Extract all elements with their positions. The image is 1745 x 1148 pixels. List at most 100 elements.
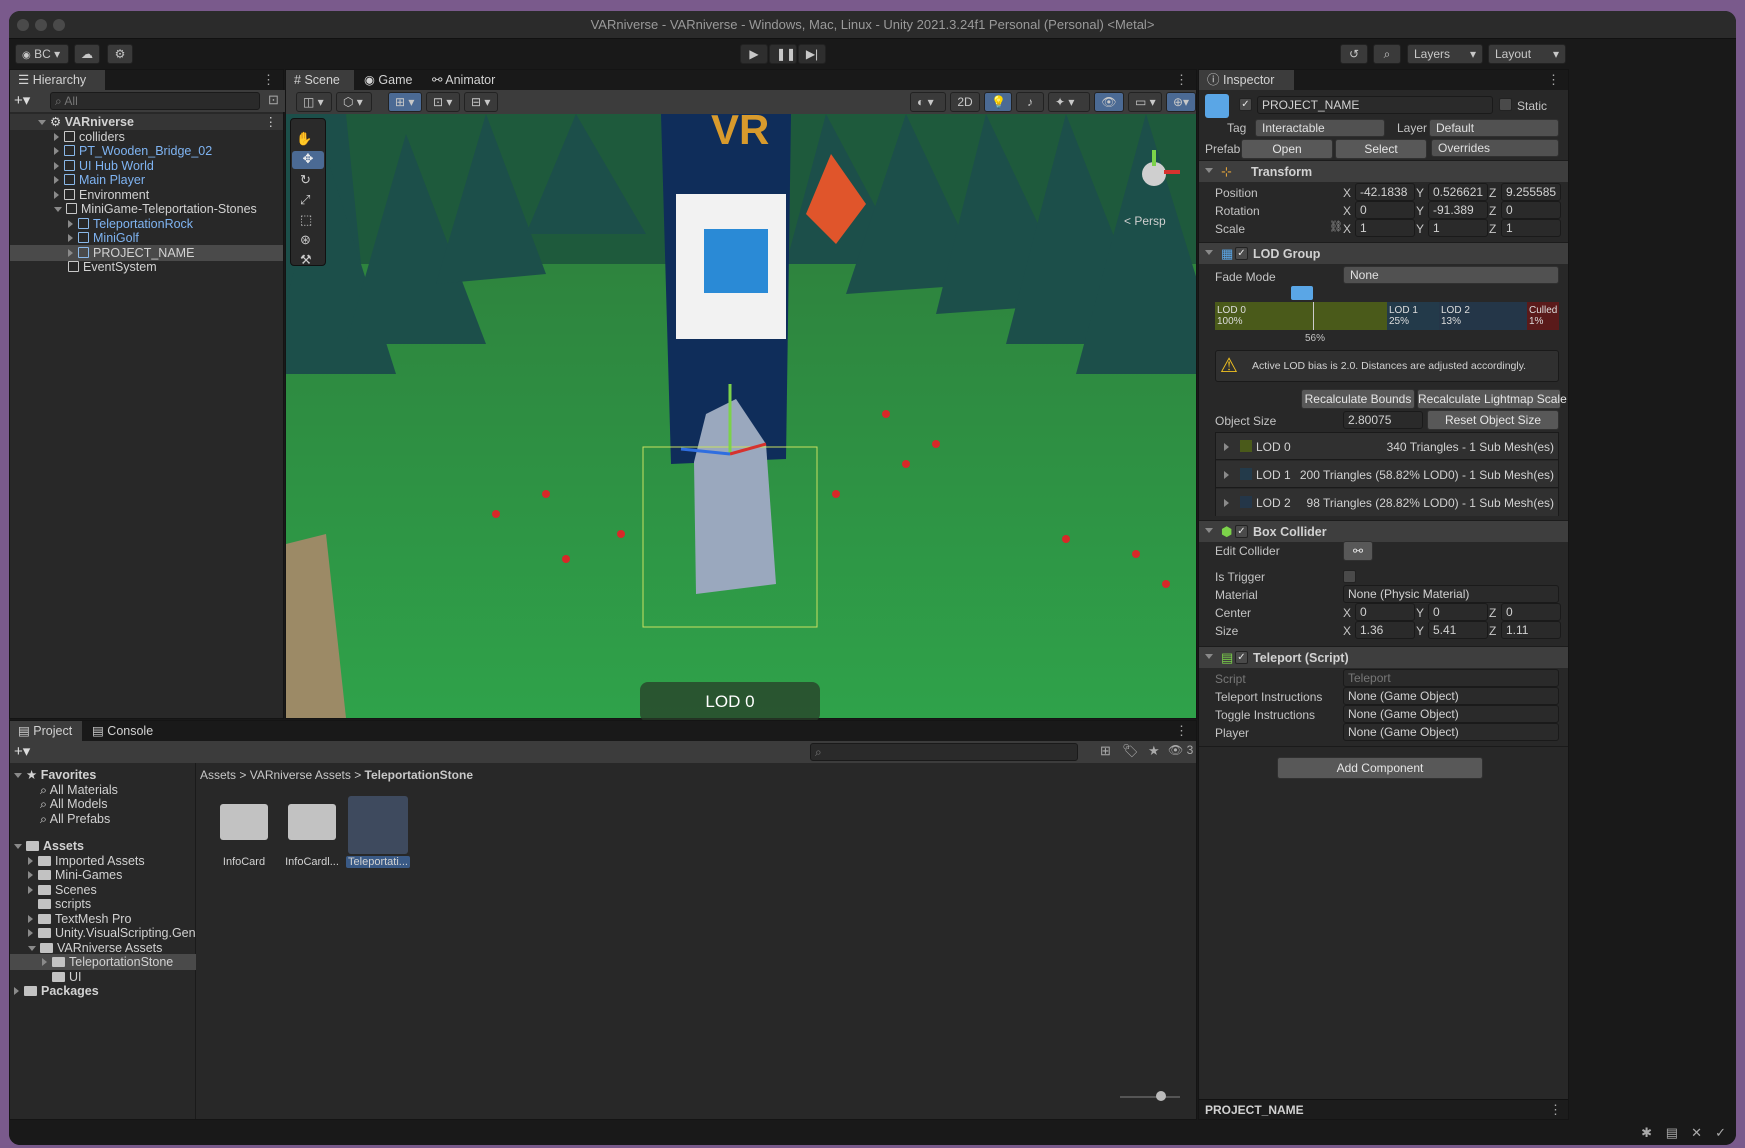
account-dropdown[interactable]: ◉ BC ▾ xyxy=(15,44,69,64)
lod-camera-marker-icon[interactable] xyxy=(1291,286,1313,300)
physic-material-field[interactable]: None (Physic Material) xyxy=(1343,585,1559,603)
scene-orientation-gizmo[interactable] xyxy=(1124,150,1184,210)
tag-dropdown[interactable]: Interactable xyxy=(1255,119,1385,137)
add-object-button[interactable]: +▾ xyxy=(14,91,30,109)
panel-menu-icon[interactable]: ⋮ xyxy=(1175,723,1188,739)
debug-icon[interactable]: ✱ xyxy=(1641,1125,1652,1141)
rect-tool-icon[interactable]: ⬚ xyxy=(300,212,312,228)
hidden-count-badge[interactable]: 👁 3 xyxy=(1168,743,1193,757)
size-x-axis-label[interactable]: X xyxy=(1343,624,1351,638)
hidden-objects-icon[interactable]: 👁 xyxy=(1094,92,1124,112)
position-z-field[interactable]: 9.255585 xyxy=(1501,183,1561,201)
center-x-axis-label[interactable]: X xyxy=(1343,606,1351,620)
asset-folder-selected[interactable]: TeleportationStone xyxy=(10,954,196,970)
projection-label[interactable]: < Persp xyxy=(1124,214,1166,228)
panel-menu-icon[interactable]: ⋮ xyxy=(262,72,275,88)
lod-level-row[interactable]: LOD 2 98 Triangles (28.82% LOD0) - 1 Sub… xyxy=(1216,489,1558,516)
center-z-field[interactable]: 0 xyxy=(1501,603,1561,621)
tab-animator[interactable]: ⚯ Animator xyxy=(424,70,503,90)
search-options-icon[interactable]: ⊡ xyxy=(268,92,279,108)
rotation-z-field[interactable]: 0 xyxy=(1501,201,1561,219)
hierarchy-item[interactable]: PT_Wooden_Bridge_02 xyxy=(54,143,212,159)
lod-group-header[interactable]: ▦ ✓ LOD Group xyxy=(1199,242,1568,264)
scale-z-axis-label[interactable]: Z xyxy=(1489,222,1496,236)
lod-enabled-checkbox[interactable]: ✓ xyxy=(1235,247,1248,260)
is-trigger-checkbox[interactable] xyxy=(1343,570,1356,583)
hierarchy-root[interactable]: ⚙ VARniverse ⋮ xyxy=(10,114,283,130)
prefab-open-button[interactable]: Open xyxy=(1241,139,1333,159)
layout-dropdown[interactable]: Layout ▾ xyxy=(1488,44,1566,64)
reset-object-size-button[interactable]: Reset Object Size xyxy=(1427,410,1559,430)
fade-mode-dropdown[interactable]: None xyxy=(1343,266,1559,284)
size-y-field[interactable]: 5.41 xyxy=(1428,621,1488,639)
assets-header[interactable]: Assets xyxy=(14,838,84,854)
grid-snap-button[interactable]: ⊞ ▾ xyxy=(388,92,422,112)
cache-icon[interactable]: ▤ xyxy=(1666,1125,1678,1141)
zoom-slider[interactable] xyxy=(1120,1096,1180,1098)
hierarchy-item[interactable]: EventSystem xyxy=(68,259,157,275)
create-asset-button[interactable]: +▾ xyxy=(14,742,30,760)
lod-level-row[interactable]: LOD 1 200 Triangles (58.82% LOD0) - 1 Su… xyxy=(1216,461,1558,488)
rotation-x-field[interactable]: 0 xyxy=(1355,201,1415,219)
scale-x-axis-label[interactable]: X xyxy=(1343,222,1351,236)
position-x-axis-label[interactable]: X xyxy=(1343,186,1351,200)
hierarchy-item[interactable]: MiniGame-Teleportation-Stones xyxy=(54,201,257,217)
lighting-toggle-icon[interactable]: 💡 xyxy=(984,92,1012,112)
player-field[interactable]: None (Game Object) xyxy=(1343,723,1559,741)
hierarchy-search-input[interactable]: ⌕ All xyxy=(50,92,260,110)
scale-y-axis-label[interactable]: Y xyxy=(1416,222,1424,236)
tab-hierarchy[interactable]: ☰ Hierarchy xyxy=(10,70,105,90)
favorite-item[interactable]: ⌕ All Models xyxy=(40,796,107,812)
position-x-field[interactable]: -42.1838 xyxy=(1355,183,1415,201)
tab-scene[interactable]: # Scene xyxy=(286,70,354,90)
move-tool-icon[interactable]: ✥ xyxy=(292,151,324,169)
object-size-field[interactable]: 2.80075 xyxy=(1343,411,1423,429)
center-y-field[interactable]: 0 xyxy=(1428,603,1488,621)
position-y-axis-label[interactable]: Y xyxy=(1416,186,1424,200)
constrain-proportions-icon[interactable]: ⛓ xyxy=(1329,220,1343,233)
zoom-slider-handle[interactable] xyxy=(1156,1091,1166,1101)
prefab-select-button[interactable]: Select xyxy=(1335,139,1427,159)
grid-visibility-button[interactable]: ⊟ ▾ xyxy=(464,92,498,112)
hierarchy-item[interactable]: Main Player xyxy=(54,172,145,188)
tab-console[interactable]: ▤ Console xyxy=(84,721,161,741)
2d-toggle[interactable]: 2D xyxy=(950,92,980,112)
center-x-field[interactable]: 0 xyxy=(1355,603,1415,621)
layers-dropdown[interactable]: Layers ▾ xyxy=(1407,44,1483,64)
cloud-icon[interactable]: ☁ xyxy=(74,44,100,64)
size-y-axis-label[interactable]: Y xyxy=(1416,624,1424,638)
add-component-button[interactable]: Add Component xyxy=(1277,757,1483,779)
asset-folder[interactable]: Unity.VisualScripting.Genera xyxy=(28,925,196,941)
tab-inspector[interactable]: ⓘ Inspector xyxy=(1199,70,1294,90)
hierarchy-item[interactable]: MiniGolf xyxy=(68,230,139,246)
shading-mode-dropdown[interactable]: ◐ ▾ xyxy=(910,92,946,112)
asset-folder[interactable]: scripts xyxy=(38,896,91,912)
collab-icon[interactable]: ⚙ xyxy=(107,44,133,64)
history-icon[interactable]: ↺ xyxy=(1340,44,1368,64)
project-search-input[interactable]: ⌕ xyxy=(810,743,1078,761)
shading-dropdown[interactable]: ⬡ ▾ xyxy=(336,92,372,112)
filter-type-icon[interactable]: ⊞ xyxy=(1100,743,1111,759)
step-button[interactable]: ▶| xyxy=(798,44,826,64)
rotation-y-axis-label[interactable]: Y xyxy=(1416,204,1424,218)
gizmos-dropdown[interactable]: ⊕▾ xyxy=(1166,92,1196,112)
rotation-x-axis-label[interactable]: X xyxy=(1343,204,1351,218)
asset-tile-prefab[interactable]: Teleportati... xyxy=(346,796,410,882)
position-z-axis-label[interactable]: Z xyxy=(1489,186,1496,200)
lod-level-row[interactable]: LOD 0 340 Triangles - 1 Sub Mesh(es) xyxy=(1216,433,1558,460)
camera-dropdown[interactable]: ▭ ▾ xyxy=(1128,92,1162,112)
panel-menu-icon[interactable]: ⋮ xyxy=(1547,72,1560,88)
center-z-axis-label[interactable]: Z xyxy=(1489,606,1496,620)
position-y-field[interactable]: 0.526621 xyxy=(1428,183,1488,201)
rotation-y-field[interactable]: -91.389 xyxy=(1428,201,1488,219)
box-collider-header[interactable]: ⬢ ✓ Box Collider xyxy=(1199,520,1568,542)
panel-menu-icon[interactable]: ⋮ xyxy=(1175,72,1188,88)
favorites-header[interactable]: ★ Favorites xyxy=(14,767,96,783)
favorite-star-icon[interactable]: ★ xyxy=(1148,743,1160,759)
layer-dropdown[interactable]: Default xyxy=(1429,119,1559,137)
filter-label-icon[interactable]: 🏷 xyxy=(1122,743,1139,759)
breadcrumb-item[interactable]: TeleportationStone xyxy=(365,768,473,782)
recalculate-bounds-button[interactable]: Recalculate Bounds xyxy=(1301,389,1415,409)
transform-tool-icon[interactable]: ⊛ xyxy=(300,232,311,248)
audio-toggle-icon[interactable]: ♪ xyxy=(1016,92,1044,112)
